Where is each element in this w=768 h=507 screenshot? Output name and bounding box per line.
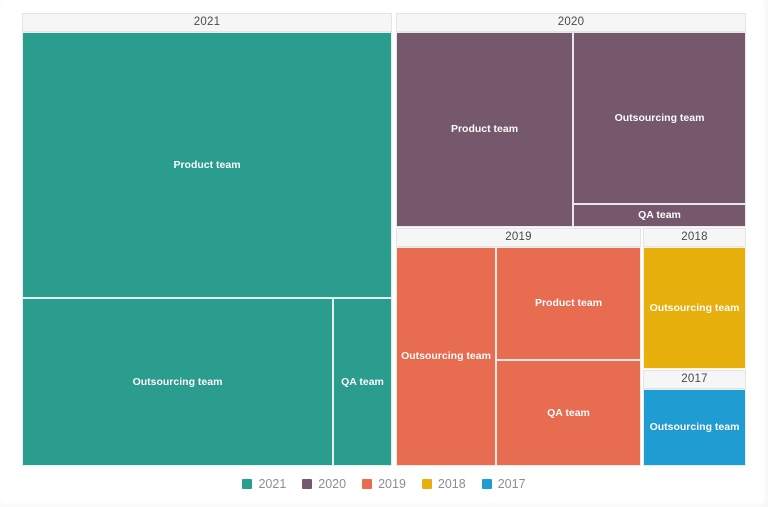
legend-item-2019[interactable]: 2019: [362, 478, 406, 491]
legend-item-2017[interactable]: 2017: [481, 476, 526, 491]
treemap-tile[interactable]: Product team: [496, 247, 641, 360]
group-header-label: 2017: [643, 370, 746, 389]
group-body: Outsourcing team Product team QA team: [396, 247, 641, 466]
legend-item-2021[interactable]: 2021: [242, 478, 286, 491]
treemap-chart-card: 2021 Product team Outsourcing team QA team 2…: [0, 0, 768, 507]
treemap-group-2020[interactable]: 2020 Product team Outsourcing team QA team: [396, 13, 746, 227]
legend-item-2018[interactable]: 2018: [421, 476, 466, 491]
treemap-tile-label: QA team: [341, 375, 384, 388]
legend-swatch-icon: [362, 479, 373, 489]
treemap-tile[interactable]: Outsourcing team: [396, 247, 496, 466]
treemap-tile[interactable]: Product team: [22, 32, 392, 298]
legend-swatch-icon: [242, 479, 253, 489]
legend-swatch-icon: [421, 479, 432, 489]
treemap-tile-label: Outsourcing team: [401, 350, 491, 363]
group-header-label: 2019: [396, 228, 641, 247]
group-body: Product team Outsourcing team QA team: [396, 32, 746, 227]
treemap-tile-label: Outsourcing team: [649, 421, 740, 434]
group-body: Outsourcing team: [643, 247, 746, 369]
treemap-tile[interactable]: Product team: [396, 32, 573, 227]
treemap-tile[interactable]: Outsourcing team: [573, 32, 746, 204]
treemap-group-2021[interactable]: 2021 Product team Outsourcing team QA team: [22, 13, 392, 466]
treemap-plot-area: 2021 Product team Outsourcing team QA team 2…: [22, 13, 746, 466]
treemap-tile[interactable]: QA team: [496, 360, 641, 466]
treemap-tile[interactable]: QA team: [333, 298, 392, 466]
treemap-tile-label: Outsourcing team: [132, 375, 223, 388]
legend-item-2020[interactable]: 2020: [302, 478, 346, 491]
group-body: Product team Outsourcing team QA team: [22, 32, 392, 466]
treemap-tile-label: Product team: [450, 123, 519, 136]
treemap-tile-label: QA team: [638, 209, 681, 222]
legend-label: 2019: [378, 476, 406, 491]
treemap-group-2019[interactable]: 2019 Outsourcing team Product team QA team: [396, 228, 641, 466]
legend-label: 2017: [497, 476, 526, 491]
treemap-group-2017[interactable]: 2017 Outsourcing team: [643, 370, 746, 466]
legend-swatch-icon: [481, 479, 492, 489]
treemap-tile-label: Product team: [173, 158, 241, 171]
treemap-group-2018[interactable]: 2018 Outsourcing team: [643, 228, 746, 369]
legend-swatch-icon: [302, 479, 313, 489]
legend-label: 2020: [318, 476, 347, 491]
treemap-tile[interactable]: Outsourcing team: [643, 389, 746, 466]
group-header-label: 2020: [396, 13, 746, 32]
group-body: Outsourcing team: [643, 389, 746, 466]
treemap-tile-label: Outsourcing team: [614, 111, 705, 124]
group-header-label: 2018: [643, 228, 746, 247]
legend-label: 2021: [258, 476, 287, 491]
treemap-tile[interactable]: QA team: [573, 204, 746, 227]
treemap-tile[interactable]: Outsourcing team: [22, 298, 333, 466]
treemap-tile-label: Outsourcing team: [649, 301, 740, 314]
treemap-tile-label: Product team: [534, 297, 603, 310]
group-header-label: 2021: [22, 13, 392, 32]
chart-legend: 2021 2020 2019 2018 2017: [0, 475, 768, 493]
treemap-tile[interactable]: Outsourcing team: [643, 247, 746, 369]
legend-label: 2018: [437, 476, 466, 491]
treemap-tile-label: QA team: [547, 406, 590, 419]
